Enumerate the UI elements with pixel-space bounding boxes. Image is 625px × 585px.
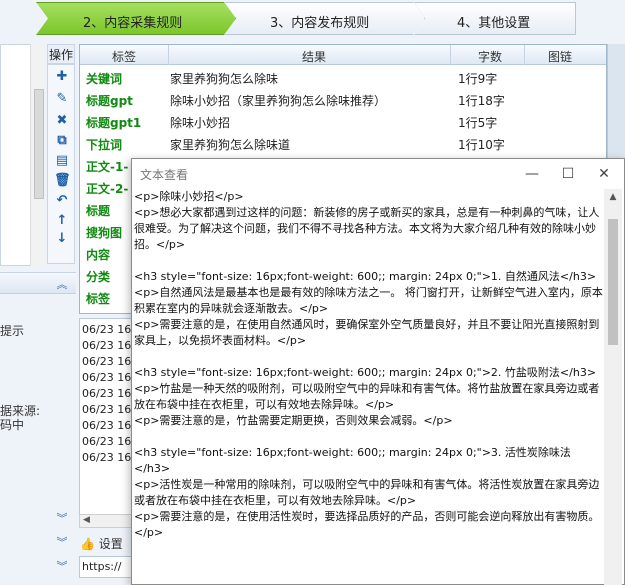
add-icon[interactable]: ✚ xyxy=(54,69,70,85)
row-tag: 标题gpt1 xyxy=(86,116,142,130)
row-tag: 标题 xyxy=(86,204,111,218)
column-header-result[interactable]: 结果 xyxy=(302,48,326,65)
dialog-title: 文本查看 xyxy=(140,168,189,182)
scrollbar-thumb[interactable] xyxy=(608,219,618,345)
trash-icon[interactable]: 🗑 xyxy=(54,173,71,189)
log-line: 06/23 16 xyxy=(82,451,132,464)
expand-down-icon[interactable]: ︾ xyxy=(54,558,70,574)
row-result: 家里养狗狗怎么除味道 xyxy=(170,138,291,152)
left-text-fragment: 码中 xyxy=(0,418,25,432)
step-tabs: 2、内容采集规则 3、内容发布规则 4、其他设置 xyxy=(0,0,625,40)
table-row[interactable]: 关键词 家里养狗狗怎么除味 1行9字 xyxy=(80,67,606,89)
row-count: 1行10字 xyxy=(458,138,505,152)
move-up-icon[interactable]: ↑ xyxy=(54,213,70,229)
undo-icon[interactable]: ↶ xyxy=(54,193,70,209)
row-tag: 下拉词 xyxy=(86,138,123,152)
row-count: 1行5字 xyxy=(458,116,498,130)
minimize-icon[interactable]: — xyxy=(514,161,550,187)
scroll-left-icon[interactable]: ◀ xyxy=(83,515,90,525)
step-tab-label: 4、其他设置 xyxy=(457,16,531,31)
row-tag: 正文-1- xyxy=(86,160,129,174)
column-divider[interactable] xyxy=(168,45,169,65)
text-viewer-dialog: 文本查看 — ☐ ✕ <p>除味小妙招</p> <p>想必大家都遇到过这样的问题… xyxy=(131,158,625,585)
row-count: 1行18字 xyxy=(458,94,505,108)
table-row[interactable]: 标题gpt1 除味小妙招 1行5字 xyxy=(80,111,606,133)
operations-title: 操作 xyxy=(47,44,75,64)
row-tag: 内容 xyxy=(86,248,111,262)
column-header-tag[interactable]: 标签 xyxy=(112,48,136,65)
scroll-up-icon[interactable]: ▲ xyxy=(604,189,622,205)
row-tag: 标题gpt xyxy=(86,94,133,108)
column-divider[interactable] xyxy=(524,45,525,65)
row-tag: 标签 xyxy=(86,292,111,306)
table-header: 标签 结果 字数 图链 xyxy=(80,45,606,65)
log-line: 06/23 16 xyxy=(82,435,132,448)
copy-icon[interactable]: ⧉ xyxy=(54,133,70,149)
row-result: 家里养狗狗怎么除味 xyxy=(170,72,279,86)
dialog-vertical-scrollbar[interactable]: ▲ xyxy=(604,189,622,585)
expand-down-icon[interactable]: ︾ xyxy=(54,534,70,550)
log-line: 06/23 16 xyxy=(82,339,132,352)
expand-down-icon[interactable]: ︾ xyxy=(54,510,70,526)
thumbs-up-icon: 👍 xyxy=(80,537,95,551)
row-result: 除味小妙招（家里养狗狗怎么除味推荐） xyxy=(170,94,387,108)
log-line: 06/23 16 xyxy=(82,419,132,432)
log-line: 06/23 16 xyxy=(82,403,132,416)
row-tag: 分类 xyxy=(86,270,111,284)
log-line: 06/23 16 xyxy=(82,355,132,368)
column-divider[interactable] xyxy=(450,45,451,65)
log-horizontal-scrollbar[interactable]: ◀ xyxy=(79,514,139,528)
left-text-fragment: 提示 xyxy=(0,324,25,338)
row-tag: 关键词 xyxy=(86,72,123,86)
maximize-icon[interactable]: ☐ xyxy=(550,161,586,187)
row-count: 1行9字 xyxy=(458,72,498,86)
row-tag: 搜狗图 xyxy=(86,226,123,240)
step-tab-label: 3、内容发布规则 xyxy=(270,16,370,31)
left-section-header[interactable]: ︽ xyxy=(0,272,76,294)
url-input[interactable]: https:// xyxy=(79,556,139,578)
log-line: 06/23 16 xyxy=(82,387,132,400)
log-line: 06/23 16 xyxy=(82,371,132,384)
log-panel[interactable]: 06/23 16 06/23 16 06/23 16 06/23 16 06/23 16… xyxy=(79,318,139,528)
step-tab-publish-rules[interactable]: 3、内容发布规则 xyxy=(225,2,425,35)
left-list-scrollbar[interactable] xyxy=(30,44,46,266)
close-icon[interactable]: ✕ xyxy=(586,161,622,187)
settings-link[interactable]: 👍 设置 xyxy=(80,535,123,552)
step-tab-collect-rules[interactable]: 2、内容采集规则 xyxy=(36,2,236,35)
log-line: 06/23 16 xyxy=(82,323,132,336)
table-row[interactable]: 标题gpt 除味小妙招（家里养狗狗怎么除味推荐） 1行18字 xyxy=(80,89,606,111)
paste-icon[interactable]: ▤ xyxy=(54,153,70,169)
table-row[interactable]: 下拉词 家里养狗狗怎么除味道 1行10字 xyxy=(80,133,606,155)
step-tab-other-settings[interactable]: 4、其他设置 xyxy=(414,2,576,35)
row-result: 除味小妙招 xyxy=(170,116,231,130)
delete-icon[interactable]: ✖ xyxy=(54,113,70,129)
settings-link-label: 设置 xyxy=(98,537,123,551)
edit-icon[interactable]: ✎ xyxy=(54,91,70,107)
column-header-image[interactable]: 图链 xyxy=(548,48,572,65)
dialog-content-text[interactable]: <p>除味小妙招</p> <p>想必大家都遇到过这样的问题：新装修的房子或新买的… xyxy=(134,189,604,541)
step-tab-label: 2、内容采集规则 xyxy=(83,16,183,31)
dialog-titlebar[interactable]: 文本查看 — ☐ ✕ xyxy=(132,159,624,189)
column-header-count[interactable]: 字数 xyxy=(478,48,502,65)
operations-toolbar: ✚ ✎ ✖ ⧉ ▤ 🗑 ↶ ↑ ↓ xyxy=(47,64,75,264)
scrollbar-thumb[interactable] xyxy=(34,89,44,199)
row-tag: 正文-2- xyxy=(86,182,129,196)
dialog-text-area[interactable]: <p>除味小妙招</p> <p>想必大家都遇到过这样的问题：新装修的房子或新买的… xyxy=(132,189,624,585)
collapse-up-icon[interactable]: ︽ xyxy=(54,276,70,292)
move-down-icon[interactable]: ↓ xyxy=(54,231,70,247)
